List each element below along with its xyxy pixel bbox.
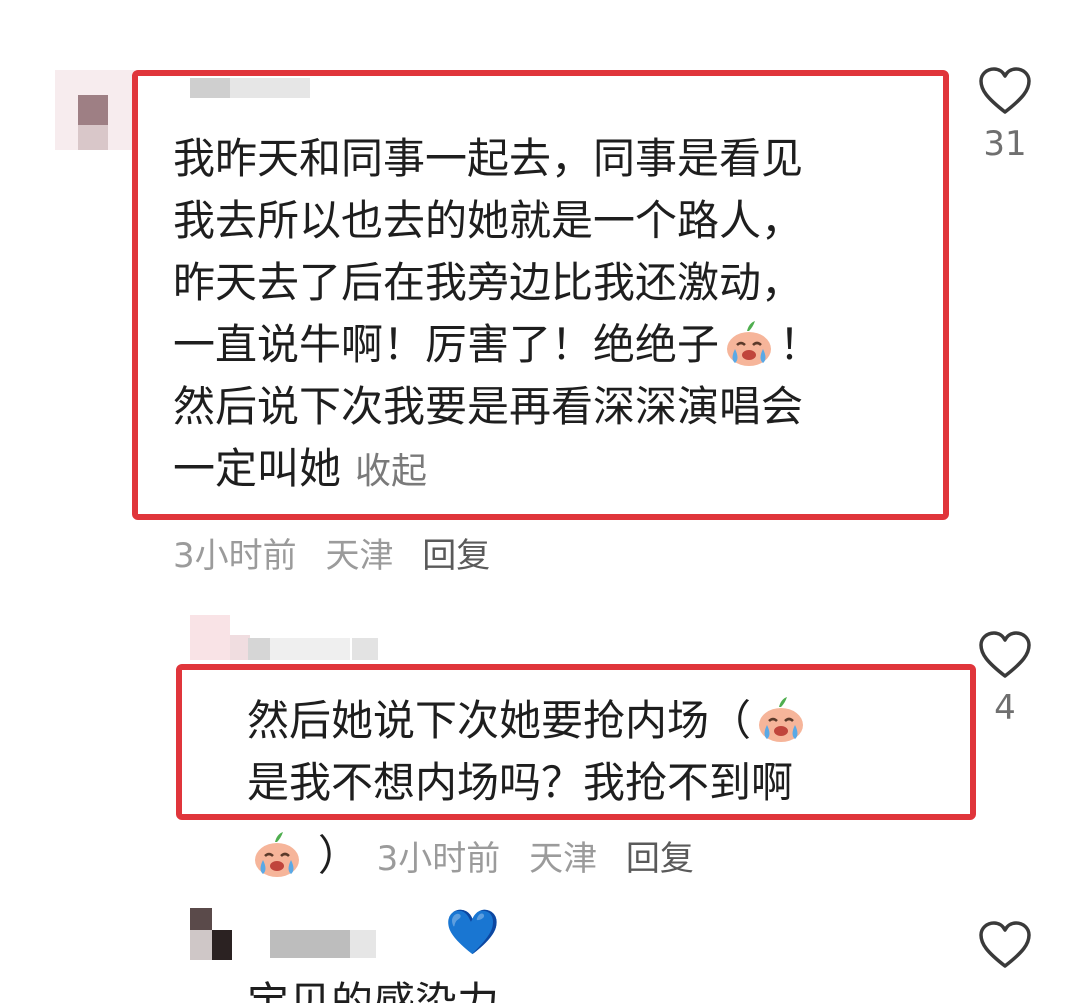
comment-meta: 3小时前 天津 回复 bbox=[173, 528, 508, 577]
like-button[interactable]: 4 bbox=[975, 630, 1035, 728]
crying-peach-emoji-icon bbox=[723, 319, 775, 367]
comment-line-text: 然后她说下次她要抢内场（ bbox=[247, 696, 752, 745]
comment-line: 是我不想内场吗？我抢不到啊 bbox=[247, 758, 794, 807]
comment-line: 然后说下次我要是再看深深演唱会 bbox=[173, 382, 804, 431]
comment-text[interactable]: 我昨天和同事一起去，同事是看见 我去所以也去的她就是一个路人， 昨天去了后在我旁… bbox=[173, 128, 821, 500]
comment-text-partial[interactable]: 宝贝的感染力 bbox=[247, 972, 499, 1003]
comment-line-4: 一直说牛啊！厉害了！绝绝子 ！ bbox=[173, 314, 821, 376]
timestamp: 3小时前 bbox=[376, 839, 501, 879]
location: 天津 bbox=[529, 839, 598, 879]
text-tail: ） bbox=[317, 831, 360, 880]
timestamp: 3小时前 bbox=[173, 536, 297, 576]
collapse-button[interactable]: 收起 bbox=[355, 451, 427, 492]
comment-line: 宝贝的感染力 bbox=[247, 978, 500, 1003]
comment-line-text: 一直说牛啊！厉害了！绝绝子 bbox=[173, 320, 720, 369]
heart-outline-icon bbox=[979, 67, 1031, 114]
like-button[interactable] bbox=[975, 920, 1035, 970]
comment-text[interactable]: 然后她说下次她要抢内场（ 是我不想内场吗？我抢不到啊 bbox=[247, 690, 811, 814]
reply-button[interactable]: 回复 bbox=[422, 536, 490, 576]
like-count: 31 bbox=[983, 124, 1027, 164]
crying-peach-emoji-icon bbox=[755, 695, 807, 743]
comment-line: 我去所以也去的她就是一个路人， bbox=[173, 196, 804, 245]
comment-line-text: 一定叫她 bbox=[173, 444, 342, 493]
reply-button[interactable]: 回复 bbox=[626, 839, 694, 879]
comment-line: 昨天去了后在我旁边比我还激动， bbox=[173, 258, 804, 307]
location: 天津 bbox=[325, 536, 394, 576]
heart-outline-icon bbox=[979, 631, 1031, 678]
comment-line-tail: ！ bbox=[779, 320, 822, 369]
crying-peach-emoji-icon bbox=[251, 830, 303, 878]
comment-line-1: 然后她说下次她要抢内场（ bbox=[247, 690, 811, 752]
comment-meta: ） 3小时前 天津 回复 bbox=[247, 822, 712, 883]
blue-heart-emoji: 💙 bbox=[445, 907, 500, 958]
comment-line-6: 一定叫她 收起 bbox=[173, 438, 821, 500]
like-count: 4 bbox=[994, 688, 1016, 728]
heart-outline-icon bbox=[979, 921, 1031, 968]
like-button[interactable]: 31 bbox=[975, 66, 1035, 164]
comment-line: 我昨天和同事一起去，同事是看见 bbox=[173, 134, 804, 183]
